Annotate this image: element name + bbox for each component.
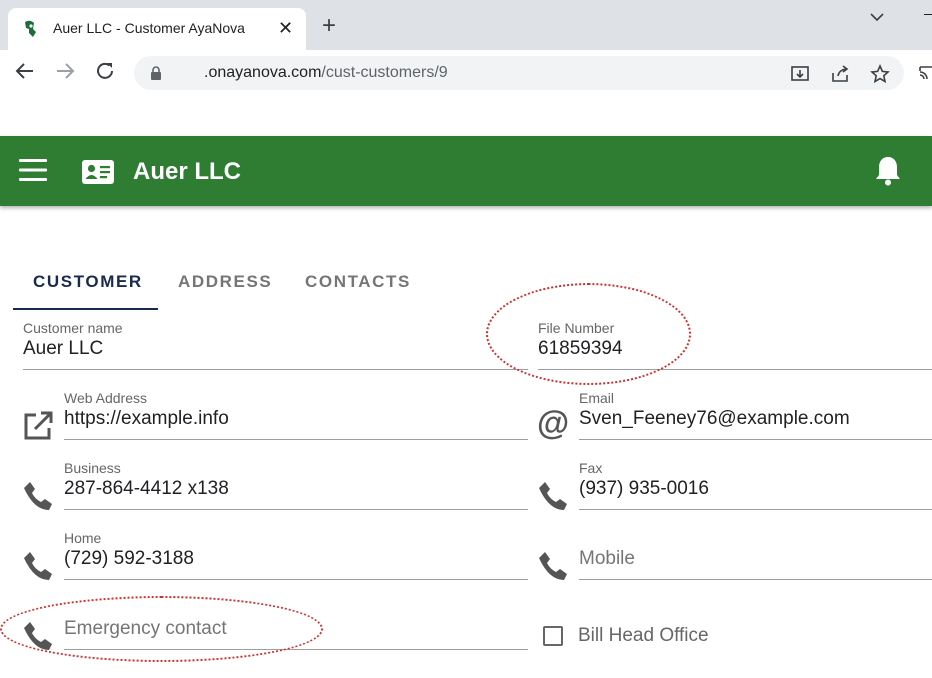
tab-search-chevron-icon[interactable]: [868, 8, 886, 26]
phone-icon[interactable]: [22, 550, 54, 582]
fax-label: Fax: [579, 460, 603, 476]
customer-name-label: Customer name: [23, 320, 123, 336]
mobile-phone-placeholder: Mobile: [579, 548, 635, 569]
address-bar[interactable]: .onayanova.com/cust-customers/9: [134, 56, 904, 90]
web-address-value: https://example.info: [64, 408, 229, 429]
active-tab-indicator: [13, 308, 158, 310]
url-text: .onayanova.com/cust-customers/9: [204, 64, 448, 82]
mobile-phone-field[interactable]: Mobile: [579, 530, 932, 580]
hamburger-menu-icon[interactable]: [19, 158, 47, 182]
phone-icon[interactable]: [22, 480, 54, 512]
phone-icon[interactable]: [537, 480, 569, 512]
tab-address[interactable]: ADDRESS: [178, 272, 272, 292]
home-phone-value: (729) 592-3188: [64, 548, 194, 569]
install-app-icon[interactable]: [790, 64, 810, 84]
customer-name-field[interactable]: Customer name Auer LLC: [23, 320, 528, 370]
bill-head-office-checkbox[interactable]: [543, 626, 563, 646]
page-title: Auer LLC: [133, 158, 241, 185]
open-in-new-icon[interactable]: [22, 410, 54, 442]
business-phone-label: Business: [64, 460, 121, 476]
tab-title: Auer LLC - Customer AyaNova: [53, 20, 245, 36]
business-phone-value: 287-864-4412 x138: [64, 478, 229, 499]
home-phone-label: Home: [64, 530, 102, 546]
contact-card-icon: [82, 160, 114, 184]
app-bar: Auer LLC: [0, 136, 932, 206]
tab-customer[interactable]: CUSTOMER: [33, 272, 143, 292]
lock-icon[interactable]: [150, 66, 162, 80]
home-phone-field[interactable]: Home (729) 592-3188: [64, 530, 528, 580]
fax-field[interactable]: Fax (937) 935-0016: [579, 460, 932, 510]
web-address-field[interactable]: Web Address https://example.info: [64, 390, 528, 440]
cast-icon[interactable]: [918, 63, 932, 83]
at-icon[interactable]: @: [537, 404, 569, 442]
web-address-label: Web Address: [64, 390, 148, 406]
annotation-ellipse: [0, 596, 323, 662]
annotation-ellipse: [486, 283, 691, 385]
tab-contacts[interactable]: CONTACTS: [305, 272, 411, 292]
share-icon[interactable]: [830, 64, 850, 84]
window-minimize-button[interactable]: [924, 14, 932, 15]
ayanova-favicon-icon: [25, 20, 36, 37]
tab-close-icon[interactable]: ✕: [278, 17, 293, 39]
new-tab-button[interactable]: +: [322, 14, 336, 38]
url-path: /cust-customers/9: [321, 64, 448, 81]
bookmark-star-icon[interactable]: [870, 64, 890, 84]
reload-icon[interactable]: [94, 60, 116, 82]
url-host: .onayanova.com: [204, 64, 322, 81]
forward-arrow-icon[interactable]: [54, 60, 76, 82]
business-phone-field[interactable]: Business 287-864-4412 x138: [64, 460, 528, 510]
browser-tab[interactable]: Auer LLC - Customer AyaNova ✕: [8, 8, 306, 50]
phone-icon[interactable]: [537, 550, 569, 582]
notifications-bell-icon[interactable]: [874, 155, 902, 187]
fax-value: (937) 935-0016: [579, 478, 709, 499]
bill-head-office-label[interactable]: Bill Head Office: [578, 625, 709, 647]
customer-name-value: Auer LLC: [23, 338, 104, 359]
email-value: Sven_Feeney76@example.com: [579, 408, 850, 429]
email-label: Email: [579, 390, 615, 406]
back-arrow-icon[interactable]: [14, 60, 36, 82]
browser-tab-strip: Auer LLC - Customer AyaNova ✕ +: [0, 0, 932, 50]
email-field[interactable]: Email Sven_Feeney76@example.com: [579, 390, 932, 440]
